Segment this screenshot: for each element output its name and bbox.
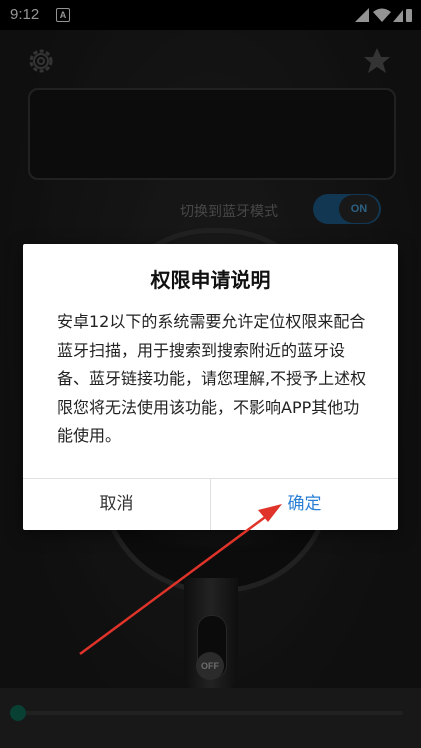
annotation-arrow-icon (79, 504, 282, 656)
